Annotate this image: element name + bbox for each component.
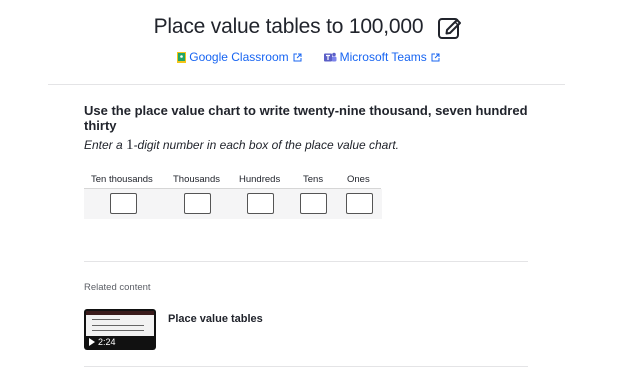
microsoft-teams-icon [323,52,337,61]
divider [84,366,528,367]
google-classroom-label: Google Classroom [189,50,289,64]
column-header-ten-thousands: Ten thousands [91,174,153,185]
thumbnail-title-bar [86,311,154,315]
play-icon [89,338,95,346]
column-header-hundreds: Hundreds [239,174,281,185]
microsoft-teams-label: Microsoft Teams [339,50,427,64]
pencil-edit-icon[interactable] [437,14,463,40]
instruction-number: 1 [126,137,134,153]
thousands-input[interactable] [184,193,211,214]
thumbnail-preview [86,311,154,336]
place-value-header-row: Ten thousands Thousands Hundreds Tens On… [84,170,381,189]
column-header-tens: Tens [303,174,324,185]
duration-label: 2:24 [98,337,116,347]
google-classroom-icon [177,51,187,63]
hundreds-input[interactable] [247,193,274,214]
thumbnail-line [92,319,120,320]
place-value-chart: Ten thousands Thousands Hundreds Tens On… [84,170,382,219]
divider [48,84,565,85]
thumbnail-line [92,325,144,326]
column-header-ones: Ones [347,174,370,185]
external-link-icon [293,53,302,61]
title-row: Place value tables to 100,000 [154,14,464,40]
external-link-icon [431,53,440,61]
instruction-text-before: Enter a [84,138,127,152]
google-classroom-link[interactable]: Google Classroom [177,50,302,64]
related-item-title[interactable]: Place value tables [168,313,263,325]
video-thumbnail[interactable]: 2:24 [84,309,156,350]
instruction-text-after: -digit number in each box of the place v… [133,138,400,152]
ten-thousands-input[interactable] [110,193,137,214]
question-instruction: Enter a 1-digit number in each box of th… [84,137,534,154]
microsoft-teams-link[interactable]: Microsoft Teams [323,50,440,64]
divider [84,261,528,262]
header: Place value tables to 100,000 [0,14,617,40]
related-content-heading: Related content [84,282,151,293]
page-title: Place value tables to 100,000 [153,15,424,38]
share-row: Google Classroom Microsoft Teams [0,50,617,64]
thumbnail-line [92,330,144,331]
place-value-input-row [84,189,382,219]
question: Use the place value chart to write twent… [84,103,534,154]
video-duration: 2:24 [89,337,116,347]
question-prompt: Use the place value chart to write twent… [84,103,528,133]
ones-input[interactable] [346,193,373,214]
tens-input[interactable] [300,193,327,214]
column-header-thousands: Thousands [173,174,221,185]
